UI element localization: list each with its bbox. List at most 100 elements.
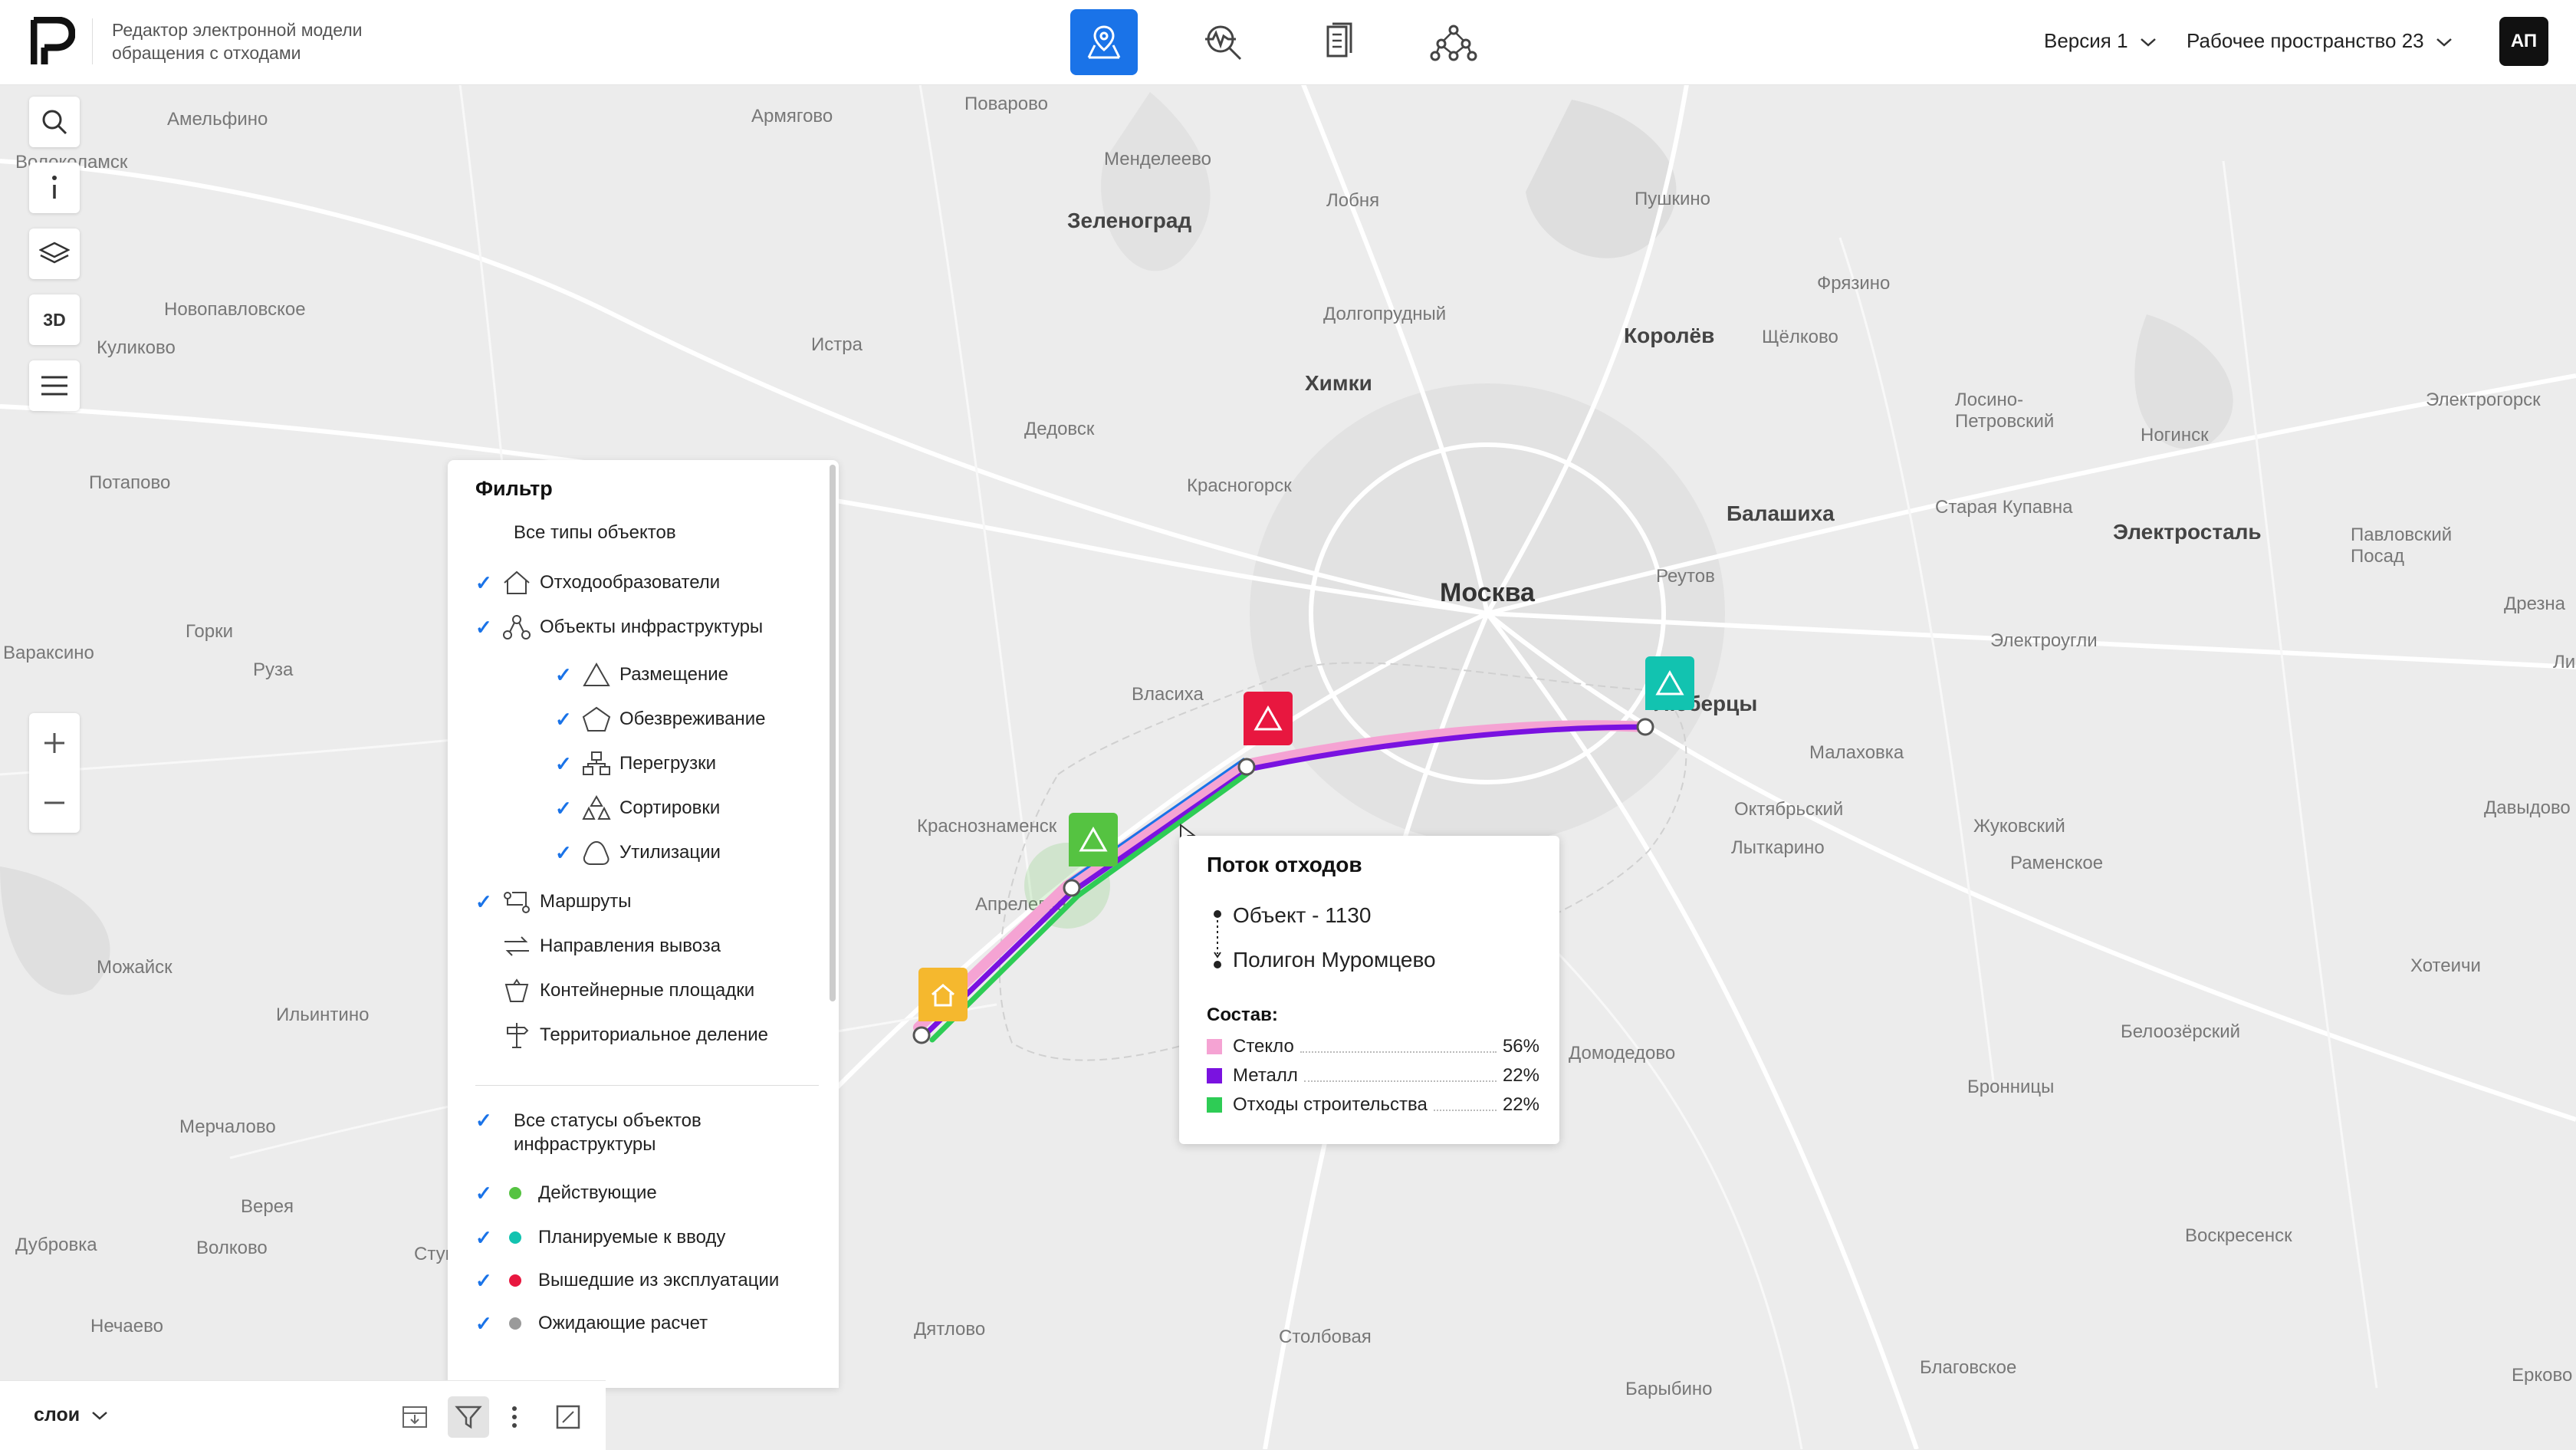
check-icon: ✓ bbox=[555, 707, 572, 731]
info-icon bbox=[52, 176, 57, 199]
flow-source: Объект - 1130 bbox=[1233, 903, 1372, 927]
map-nav-button[interactable] bbox=[1070, 9, 1138, 75]
fullscreen-icon bbox=[556, 1405, 580, 1429]
filter-label: Направления вывоза bbox=[540, 935, 721, 956]
filter-item-infrastructure[interactable]: ✓ Объекты инфраструктуры bbox=[475, 612, 763, 643]
filter-title: Фильтр bbox=[475, 477, 553, 500]
composition-title: Состав: bbox=[1207, 1004, 1278, 1025]
analytics-search-icon bbox=[1205, 25, 1242, 61]
3d-toggle-button[interactable]: 3D bbox=[29, 294, 80, 345]
composition-label: Металл bbox=[1233, 1065, 1298, 1086]
filter-item-placement[interactable]: ✓ Размещение bbox=[555, 659, 728, 690]
sorting-icon bbox=[582, 795, 611, 820]
check-icon: ✓ bbox=[555, 751, 572, 775]
status-label: Ожидающие расчет bbox=[538, 1313, 708, 1333]
filter-item-directions[interactable]: Направления вывоза bbox=[475, 931, 721, 962]
filter-label: Перегрузки bbox=[619, 753, 717, 774]
status-label: Действующие bbox=[538, 1182, 657, 1203]
composition-label: Стекло bbox=[1233, 1036, 1294, 1057]
status-planned[interactable]: ✓ Планируемые к вводу bbox=[475, 1222, 725, 1253]
filter-label: Размещение bbox=[619, 664, 728, 685]
filter-item-territory[interactable]: Территориальное деление bbox=[475, 1020, 768, 1051]
workspace-dropdown[interactable]: Рабочее пространство 23 bbox=[2187, 29, 2453, 53]
chevron-down-icon bbox=[2140, 38, 2156, 47]
tooltip-title: Поток отходов bbox=[1207, 853, 1362, 876]
filter-label: Маршруты bbox=[540, 891, 632, 912]
filter-scrollbar[interactable] bbox=[830, 465, 836, 1001]
recycle-icon bbox=[583, 840, 610, 865]
filter-item-neutralization[interactable]: ✓ Обезвреживание bbox=[555, 704, 765, 735]
search-button[interactable] bbox=[29, 97, 80, 147]
filter-item-routes[interactable]: ✓ Маршруты bbox=[475, 886, 632, 917]
triangle-icon bbox=[1079, 826, 1108, 852]
info-button[interactable] bbox=[29, 163, 80, 213]
pin-red-triangle[interactable] bbox=[1244, 692, 1293, 745]
triangle-icon bbox=[583, 662, 610, 686]
status-decommissioned[interactable]: ✓ Вышедшие из эксплуатации bbox=[475, 1265, 779, 1296]
network-nav-button[interactable] bbox=[1420, 9, 1487, 75]
filter-all-types[interactable]: Все типы объектов bbox=[514, 518, 676, 548]
filter-item-container-sites[interactable]: Контейнерные площадки bbox=[475, 975, 754, 1006]
map-pin-icon bbox=[1087, 25, 1121, 59]
triangle-icon bbox=[1254, 705, 1283, 731]
layers-button[interactable] bbox=[29, 229, 80, 279]
pin-yellow-house[interactable] bbox=[918, 968, 968, 1021]
composition-item: Стекло 56% bbox=[1207, 1034, 1539, 1060]
container-icon bbox=[504, 978, 529, 1002]
filter-label: Отходообразователи bbox=[540, 572, 721, 593]
check-icon: ✓ bbox=[475, 615, 492, 639]
route-node[interactable] bbox=[912, 1026, 931, 1044]
filter-label: Утилизации bbox=[619, 842, 721, 863]
filter-item-sorting[interactable]: ✓ Сортировки bbox=[555, 793, 720, 824]
version-dropdown[interactable]: Версия 1 bbox=[2044, 29, 2157, 53]
zoom-out-button[interactable] bbox=[29, 773, 80, 833]
network-icon bbox=[1430, 25, 1477, 61]
filter-item-waste-generators[interactable]: ✓ Отходообразователи bbox=[475, 567, 720, 598]
composition-value: 56% bbox=[1502, 1036, 1539, 1057]
status-pending[interactable]: ✓ Ожидающие расчет bbox=[475, 1308, 708, 1339]
filter-label: Сортировки bbox=[619, 797, 721, 818]
color-swatch bbox=[1207, 1097, 1222, 1113]
version-label: Версия 1 bbox=[2044, 29, 2128, 52]
check-icon: ✓ bbox=[475, 1268, 492, 1292]
route-node[interactable] bbox=[1063, 879, 1081, 897]
app-header: Редактор электронной модели обращения с … bbox=[0, 0, 2576, 85]
filter-panel: Фильтр Все типы объектов ✓ Отходообразов… bbox=[448, 460, 839, 1388]
app-title: Редактор электронной модели обращения с … bbox=[112, 20, 363, 63]
check-icon: ✓ bbox=[475, 889, 492, 913]
status-label: Планируемые к вводу bbox=[538, 1227, 726, 1248]
layers-dropdown[interactable]: слои bbox=[34, 1404, 108, 1426]
map-export-icon bbox=[402, 1406, 427, 1428]
check-icon: ✓ bbox=[475, 1109, 492, 1132]
pin-teal-triangle[interactable] bbox=[1645, 656, 1694, 710]
pin-green-triangle[interactable] bbox=[1069, 813, 1118, 866]
check-icon: ✓ bbox=[475, 1311, 492, 1335]
filter-item-transfer[interactable]: ✓ Перегрузки bbox=[555, 748, 716, 779]
filter-label: Контейнерные площадки bbox=[540, 980, 755, 1001]
composition-value: 22% bbox=[1502, 1094, 1539, 1115]
triangle-icon bbox=[1655, 669, 1684, 695]
filter-item-utilization[interactable]: ✓ Утилизации bbox=[555, 837, 721, 868]
layers-label: слои bbox=[34, 1404, 80, 1425]
filter-all-statuses[interactable]: ✓ Все статусы объектов инфраструктуры bbox=[475, 1109, 728, 1158]
fullscreen-button[interactable] bbox=[547, 1396, 589, 1438]
route-node[interactable] bbox=[1237, 758, 1256, 776]
more-options-button[interactable] bbox=[494, 1396, 535, 1438]
route-node[interactable] bbox=[1636, 718, 1654, 736]
user-avatar[interactable]: АП bbox=[2499, 17, 2548, 66]
map-export-button[interactable] bbox=[394, 1396, 435, 1438]
flow-path-icon bbox=[1214, 910, 1221, 968]
house-icon bbox=[504, 570, 530, 594]
plus-icon bbox=[44, 733, 64, 753]
territory-icon bbox=[507, 1023, 529, 1048]
composition-item: Металл 22% bbox=[1207, 1063, 1539, 1089]
documents-nav-button[interactable] bbox=[1305, 9, 1372, 75]
minus-icon bbox=[44, 801, 64, 804]
filter-button[interactable] bbox=[448, 1396, 489, 1438]
menu-button[interactable] bbox=[29, 360, 80, 411]
search-icon bbox=[42, 110, 67, 135]
zoom-in-button[interactable] bbox=[29, 713, 80, 773]
filter-label: Территориальное деление bbox=[540, 1024, 768, 1045]
analytics-nav-button[interactable] bbox=[1190, 9, 1257, 75]
status-active[interactable]: ✓ Действующие bbox=[475, 1178, 657, 1208]
